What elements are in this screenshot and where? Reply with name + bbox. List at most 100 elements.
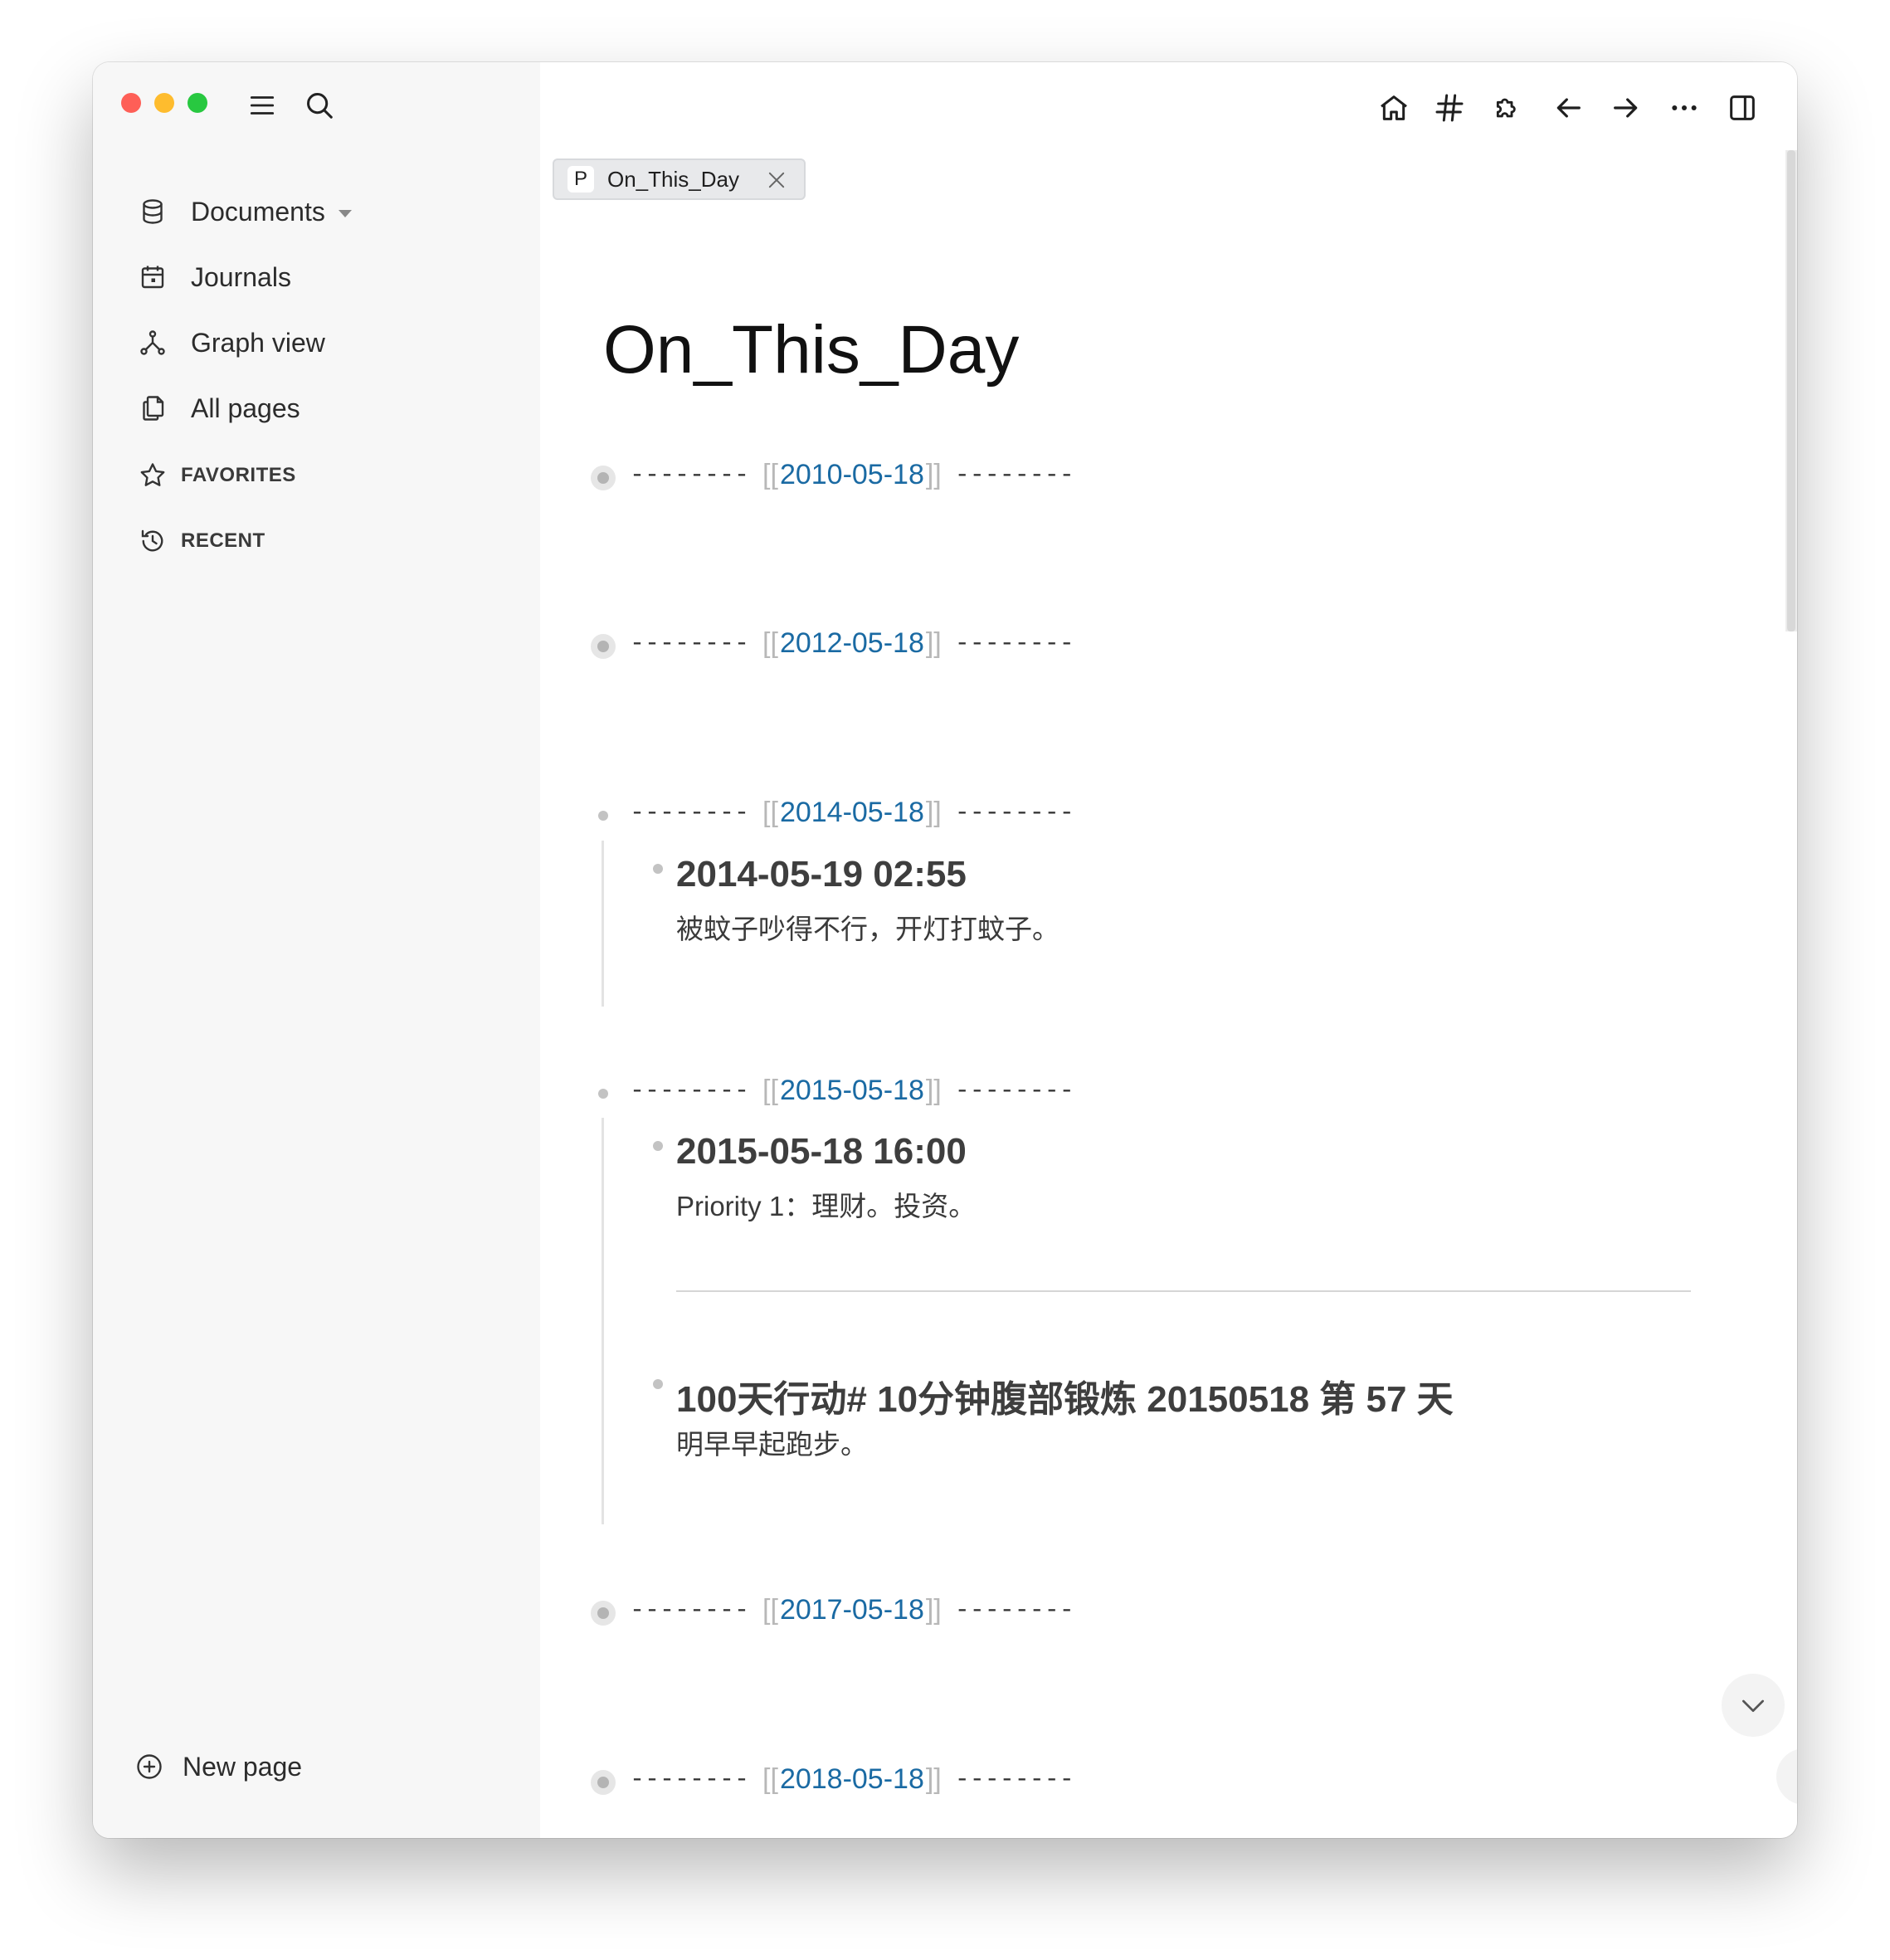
block-bullet[interactable] [591, 466, 616, 490]
dash-separator: -------- [954, 1076, 1074, 1105]
plus-circle-icon [133, 1750, 166, 1783]
sidebar-section-recent[interactable]: RECENT [136, 516, 265, 566]
dash-separator: -------- [630, 798, 750, 827]
sidebar-section-favorites[interactable]: FAVORITES [136, 451, 296, 500]
block-bullet[interactable] [591, 1770, 616, 1795]
sidebar-item-label: Documents [191, 196, 325, 227]
scrollbar[interactable] [1785, 150, 1797, 631]
children-guide-line [602, 1118, 604, 1524]
date-page-link[interactable]: 2015-05-18 [780, 1075, 924, 1107]
sidebar-item-label: Journals [191, 261, 291, 292]
scrollbar-thumb[interactable] [1787, 150, 1795, 631]
block-bullet[interactable] [598, 811, 608, 821]
entry-title: 100天行动# 10分钟腹部锻炼 20150518 第 57 天 [676, 1379, 1454, 1420]
app-window: Documents Journals Graph view All pages [93, 62, 1797, 1838]
right-sidebar-toggle-icon[interactable] [1722, 87, 1763, 129]
day-block: -------- [[ 2012-05-18 ]] -------- [630, 627, 1074, 660]
dash-separator: -------- [630, 629, 750, 658]
block-bullet[interactable] [591, 634, 616, 659]
hashtag-icon[interactable] [1429, 87, 1470, 129]
entry-body: 被蚊子吵得不行，开灯打蚊子。 [676, 914, 1059, 944]
date-page-link[interactable]: 2017-05-18 [780, 1594, 924, 1626]
close-brackets: ]] [925, 1075, 942, 1106]
menu-icon[interactable] [246, 89, 279, 122]
pages-icon [136, 392, 169, 425]
open-brackets: [[ [762, 797, 778, 828]
new-page-label: New page [183, 1751, 303, 1782]
sidebar-item-journals[interactable]: Journals [136, 252, 291, 302]
history-icon [136, 524, 169, 558]
dash-separator: -------- [954, 1765, 1074, 1794]
recent-label: RECENT [181, 529, 265, 552]
chevron-down-icon[interactable] [338, 209, 352, 217]
dash-separator: -------- [630, 1076, 750, 1105]
dash-separator: -------- [630, 1596, 750, 1625]
day-block: -------- [[ 2018-05-18 ]] -------- [630, 1763, 1074, 1796]
page-tab[interactable]: P On_This_Day [553, 158, 806, 200]
close-brackets: ]] [925, 627, 942, 659]
children-guide-line [602, 841, 604, 1007]
close-brackets: ]] [925, 459, 942, 490]
search-icon[interactable] [303, 89, 336, 122]
close-icon[interactable] [765, 168, 788, 192]
sidebar-item-label: Graph view [191, 327, 325, 358]
dash-separator: -------- [954, 1596, 1074, 1625]
sidebar-item-label: All pages [191, 392, 300, 423]
date-page-link[interactable]: 2012-05-18 [780, 627, 924, 660]
dash-separator: -------- [954, 798, 1074, 827]
dash-separator: -------- [630, 1765, 750, 1794]
open-brackets: [[ [762, 1075, 778, 1106]
sidebar-item-graph-view[interactable]: Graph view [136, 318, 325, 368]
chevron-down-icon [1742, 1699, 1764, 1712]
sidebar-item-all-pages[interactable]: All pages [136, 383, 300, 433]
scroll-down-button[interactable] [1722, 1674, 1785, 1737]
help-button[interactable]: ? [1776, 1748, 1797, 1805]
date-page-link[interactable]: 2010-05-18 [780, 459, 924, 491]
tab-label: On_This_Day [607, 166, 739, 192]
open-brackets: [[ [762, 1763, 778, 1795]
day-block: -------- [[ 2017-05-18 ]] -------- [630, 1594, 1074, 1626]
minimize-window-button[interactable] [154, 93, 174, 113]
date-page-link[interactable]: 2014-05-18 [780, 797, 924, 829]
open-brackets: [[ [762, 627, 778, 659]
date-page-link[interactable]: 2018-05-18 [780, 1763, 924, 1796]
page-title: On_This_Day [603, 312, 1020, 388]
dash-separator: -------- [630, 461, 750, 490]
help-label: ? [1796, 1762, 1797, 1792]
block-bullet[interactable] [653, 864, 663, 874]
more-icon[interactable] [1663, 87, 1705, 129]
entry-title: 2014-05-19 02:55 [676, 854, 967, 895]
calendar-icon [136, 261, 169, 294]
left-sidebar: Documents Journals Graph view All pages [93, 62, 540, 1838]
entry-title: 2015-05-18 16:00 [676, 1131, 967, 1172]
home-icon[interactable] [1373, 87, 1415, 129]
block-bullet[interactable] [591, 1601, 616, 1626]
day-block: -------- [[ 2015-05-18 ]] -------- [630, 1075, 1074, 1107]
close-window-button[interactable] [121, 93, 141, 113]
dash-separator: -------- [954, 629, 1074, 658]
main-panel: P On_This_Day On_This_Day -------- [[ 20… [540, 62, 1797, 1838]
day-block: -------- [[ 2010-05-18 ]] -------- [630, 459, 1074, 491]
block-bullet[interactable] [653, 1141, 663, 1151]
maximize-window-button[interactable] [188, 93, 207, 113]
page-type-badge: P [567, 166, 594, 193]
star-icon [136, 459, 169, 492]
block-bullet[interactable] [598, 1089, 608, 1099]
open-brackets: [[ [762, 459, 778, 490]
entry-body: 明早早起跑步。 [676, 1429, 868, 1460]
puzzle-icon[interactable] [1487, 87, 1528, 129]
arrow-left-icon[interactable] [1547, 87, 1589, 129]
database-icon [136, 195, 169, 228]
new-page-button[interactable]: New page [133, 1742, 302, 1792]
favorites-label: FAVORITES [181, 464, 296, 486]
open-brackets: [[ [762, 1594, 778, 1626]
graph-icon [136, 326, 169, 359]
horizontal-rule [676, 1290, 1691, 1292]
day-block: -------- [[ 2014-05-18 ]] -------- [630, 797, 1074, 829]
dash-separator: -------- [954, 461, 1074, 490]
block-bullet[interactable] [653, 1379, 663, 1389]
close-brackets: ]] [925, 1763, 942, 1795]
arrow-right-icon[interactable] [1605, 87, 1647, 129]
sidebar-item-documents[interactable]: Documents [136, 187, 352, 236]
close-brackets: ]] [925, 797, 942, 828]
